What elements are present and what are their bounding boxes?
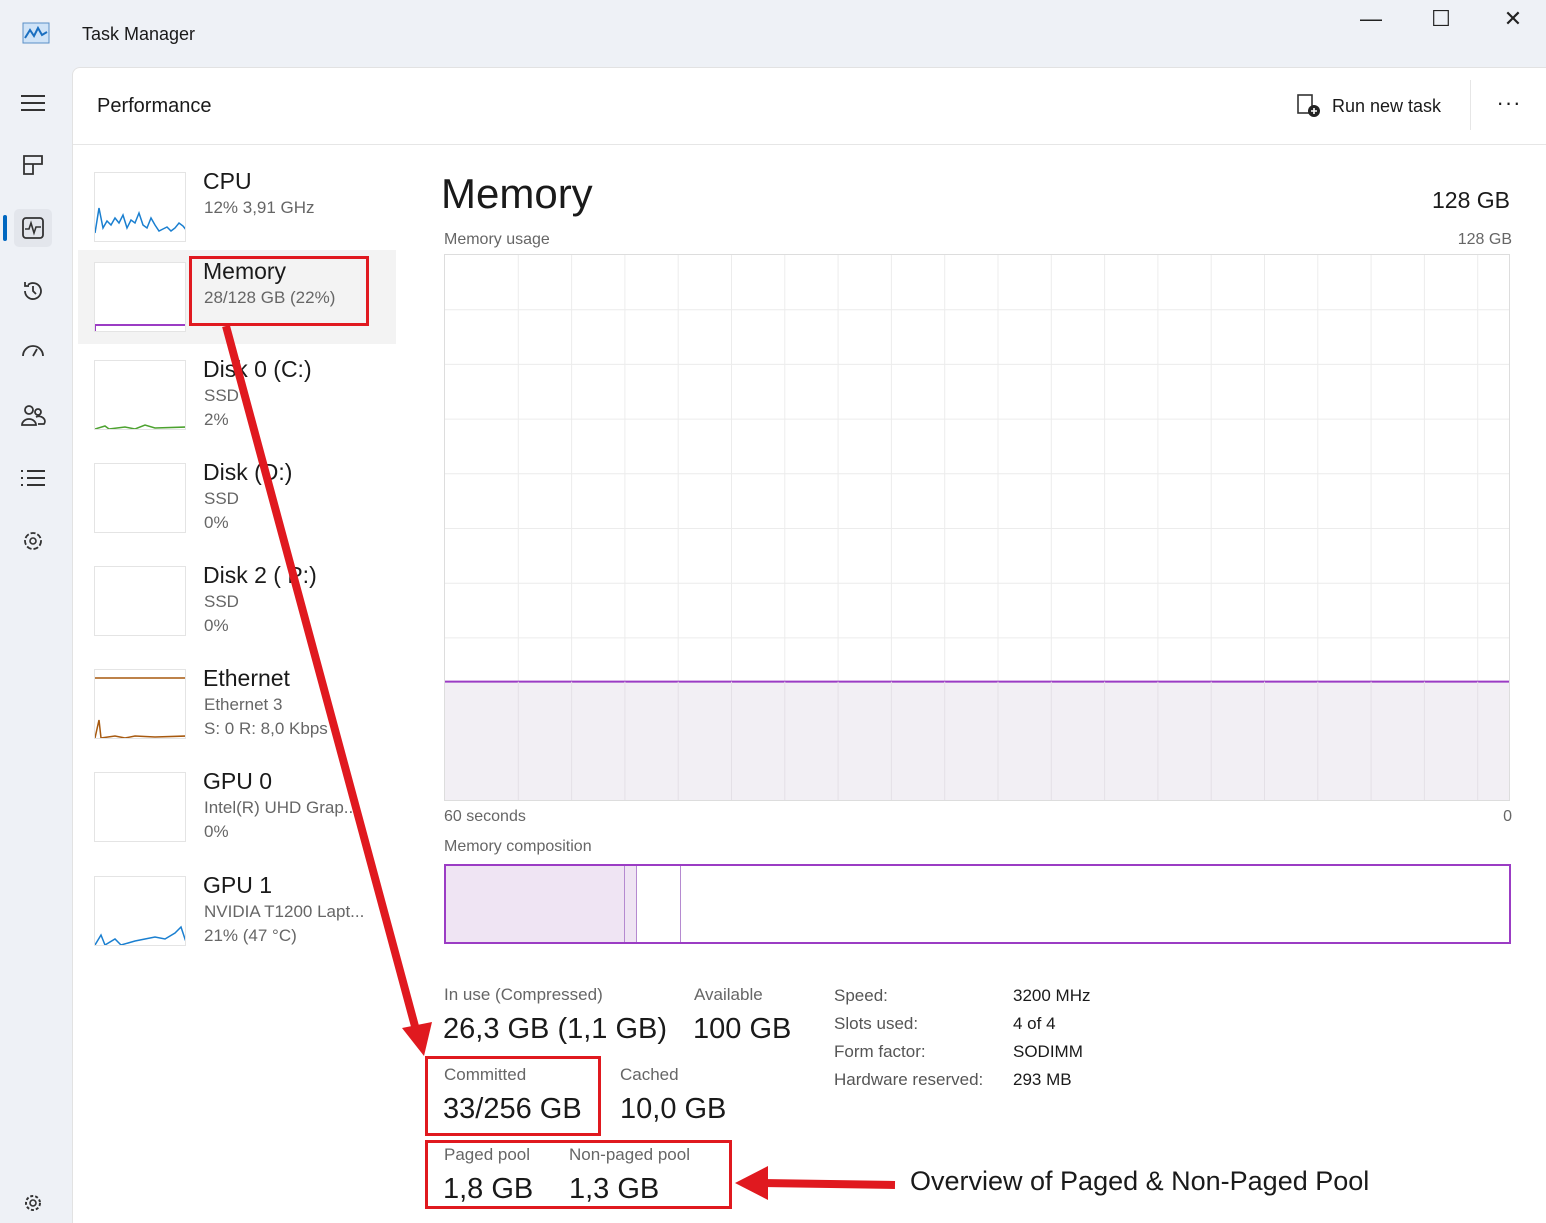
run-new-task-label: Run new task — [1332, 95, 1442, 116]
sidebar-item-disk-2-p[interactable]: Disk 2 ( P:) SSD 0% — [78, 554, 396, 648]
sparkline-thumbnail — [94, 172, 186, 242]
sparkline-thumbnail — [94, 566, 186, 636]
in-use-value: 26,3 GB (1,1 GB) — [443, 1013, 668, 1045]
memory-total: 128 GB — [1432, 187, 1510, 213]
settings-icon[interactable] — [14, 1184, 52, 1222]
sidebar-item-gpu-0[interactable]: GPU 0 Intel(R) UHD Grap... 0% — [78, 760, 396, 854]
spec-label: Hardware reserved: — [834, 1070, 984, 1089]
divider — [1470, 80, 1471, 130]
more-options-button[interactable]: ··· — [1492, 90, 1526, 122]
menu-icon[interactable] — [14, 84, 52, 122]
sidebar-item-detail: 0% — [204, 822, 229, 841]
in-use-label: In use (Compressed) — [444, 985, 603, 1004]
window-title: Task Manager — [82, 24, 196, 44]
sidebar-item-detail: 0% — [204, 616, 229, 635]
sidebar-item-detail: SSD — [204, 386, 239, 405]
sidebar-item-detail: Intel(R) UHD Grap... — [204, 798, 358, 817]
spec-value: SODIMM — [1013, 1042, 1083, 1061]
memory-usage-graph — [444, 254, 1510, 801]
sidebar-item-ethernet[interactable]: Ethernet Ethernet 3 S: 0 R: 8,0 Kbps — [78, 657, 396, 751]
sidebar-item-detail: 21% (47 °C) — [204, 926, 297, 945]
composition-label: Memory composition — [444, 838, 592, 855]
sidebar-item-name: GPU 0 — [203, 768, 273, 794]
minimize-button[interactable]: — — [1351, 6, 1391, 36]
pool-highlight-box — [425, 1140, 732, 1209]
sidebar-item-detail: SSD — [204, 592, 239, 611]
in-use-segment — [446, 866, 626, 942]
users-icon[interactable] — [14, 396, 52, 434]
sidebar-item-cpu[interactable]: CPU 12% 3,91 GHz — [78, 160, 396, 254]
sparkline-thumbnail — [94, 360, 186, 430]
x-axis-right-label: 0 — [1503, 808, 1512, 825]
sidebar-item-name: CPU — [203, 168, 252, 194]
sidebar-item-disk-d[interactable]: Disk (D:) SSD 0% — [78, 451, 396, 545]
sidebar-item-name: Disk (D:) — [203, 459, 293, 485]
processes-icon[interactable] — [14, 146, 52, 184]
annotation-text: Overview of Paged & Non-Paged Pool — [910, 1166, 1370, 1196]
committed-highlight-box — [425, 1056, 601, 1136]
memory-title: Memory — [441, 170, 593, 217]
task-manager-app-icon — [22, 22, 50, 44]
sidebar-item-detail: NVIDIA T1200 Lapt... — [204, 902, 365, 921]
sidebar-item-detail: Ethernet 3 — [204, 695, 283, 714]
cached-value: 10,0 GB — [620, 1093, 727, 1125]
sidebar-item-detail: SSD — [204, 489, 239, 508]
maximize-button[interactable]: ☐ — [1421, 6, 1461, 36]
active-indicator — [3, 215, 7, 241]
run-new-task-button[interactable]: Run new task — [1296, 90, 1441, 122]
available-label: Available — [694, 985, 763, 1004]
sidebar-item-gpu-1[interactable]: GPU 1 NVIDIA T1200 Lapt... 21% (47 °C) — [78, 864, 396, 958]
usage-label: Memory usage — [444, 231, 550, 248]
sparkline-thumbnail — [94, 262, 186, 332]
page-title: Performance — [97, 95, 212, 117]
usage-area — [445, 681, 1509, 800]
usage-max: 128 GB — [1457, 231, 1512, 248]
app-history-icon[interactable] — [14, 272, 52, 310]
spec-label: Speed: — [834, 986, 888, 1005]
spec-value: 3200 MHz — [1013, 986, 1091, 1005]
sparkline-thumbnail — [94, 772, 186, 842]
sidebar-item-detail: 2% — [204, 410, 229, 429]
details-icon[interactable] — [14, 459, 52, 497]
header-divider — [73, 144, 1546, 145]
services-icon[interactable] — [14, 522, 52, 560]
spec-value: 293 MB — [1013, 1070, 1072, 1089]
modified-segment — [625, 866, 638, 942]
spec-label: Form factor: — [834, 1042, 926, 1061]
sparkline-thumbnail — [94, 876, 186, 946]
spec-value: 4 of 4 — [1013, 1014, 1056, 1033]
sidebar-item-name: Disk 2 ( P:) — [203, 562, 317, 588]
standby-segment — [637, 866, 682, 942]
run-task-icon — [1297, 94, 1320, 117]
cached-label: Cached — [620, 1065, 679, 1084]
startup-icon[interactable] — [14, 333, 52, 371]
sidebar-item-name: Disk 0 (C:) — [203, 356, 312, 382]
performance-icon[interactable] — [14, 209, 52, 247]
sidebar-item-name: Ethernet — [203, 665, 290, 691]
sparkline-thumbnail — [94, 463, 186, 533]
close-button[interactable]: ✕ — [1493, 6, 1533, 36]
sparkline-thumbnail — [94, 669, 186, 739]
memory-composition-bar — [444, 864, 1511, 944]
spec-label: Slots used: — [834, 1014, 919, 1033]
memory-highlight-box — [189, 256, 369, 326]
sidebar-item-detail: 12% 3,91 GHz — [204, 198, 315, 217]
sidebar-item-disk-0-c[interactable]: Disk 0 (C:) SSD 2% — [78, 348, 396, 442]
sidebar-item-detail: 0% — [204, 513, 229, 532]
x-axis-left-label: 60 seconds — [444, 808, 526, 825]
available-value: 100 GB — [693, 1013, 792, 1045]
sidebar-item-name: GPU 1 — [203, 872, 273, 898]
sidebar-item-detail: S: 0 R: 8,0 Kbps — [204, 719, 328, 738]
